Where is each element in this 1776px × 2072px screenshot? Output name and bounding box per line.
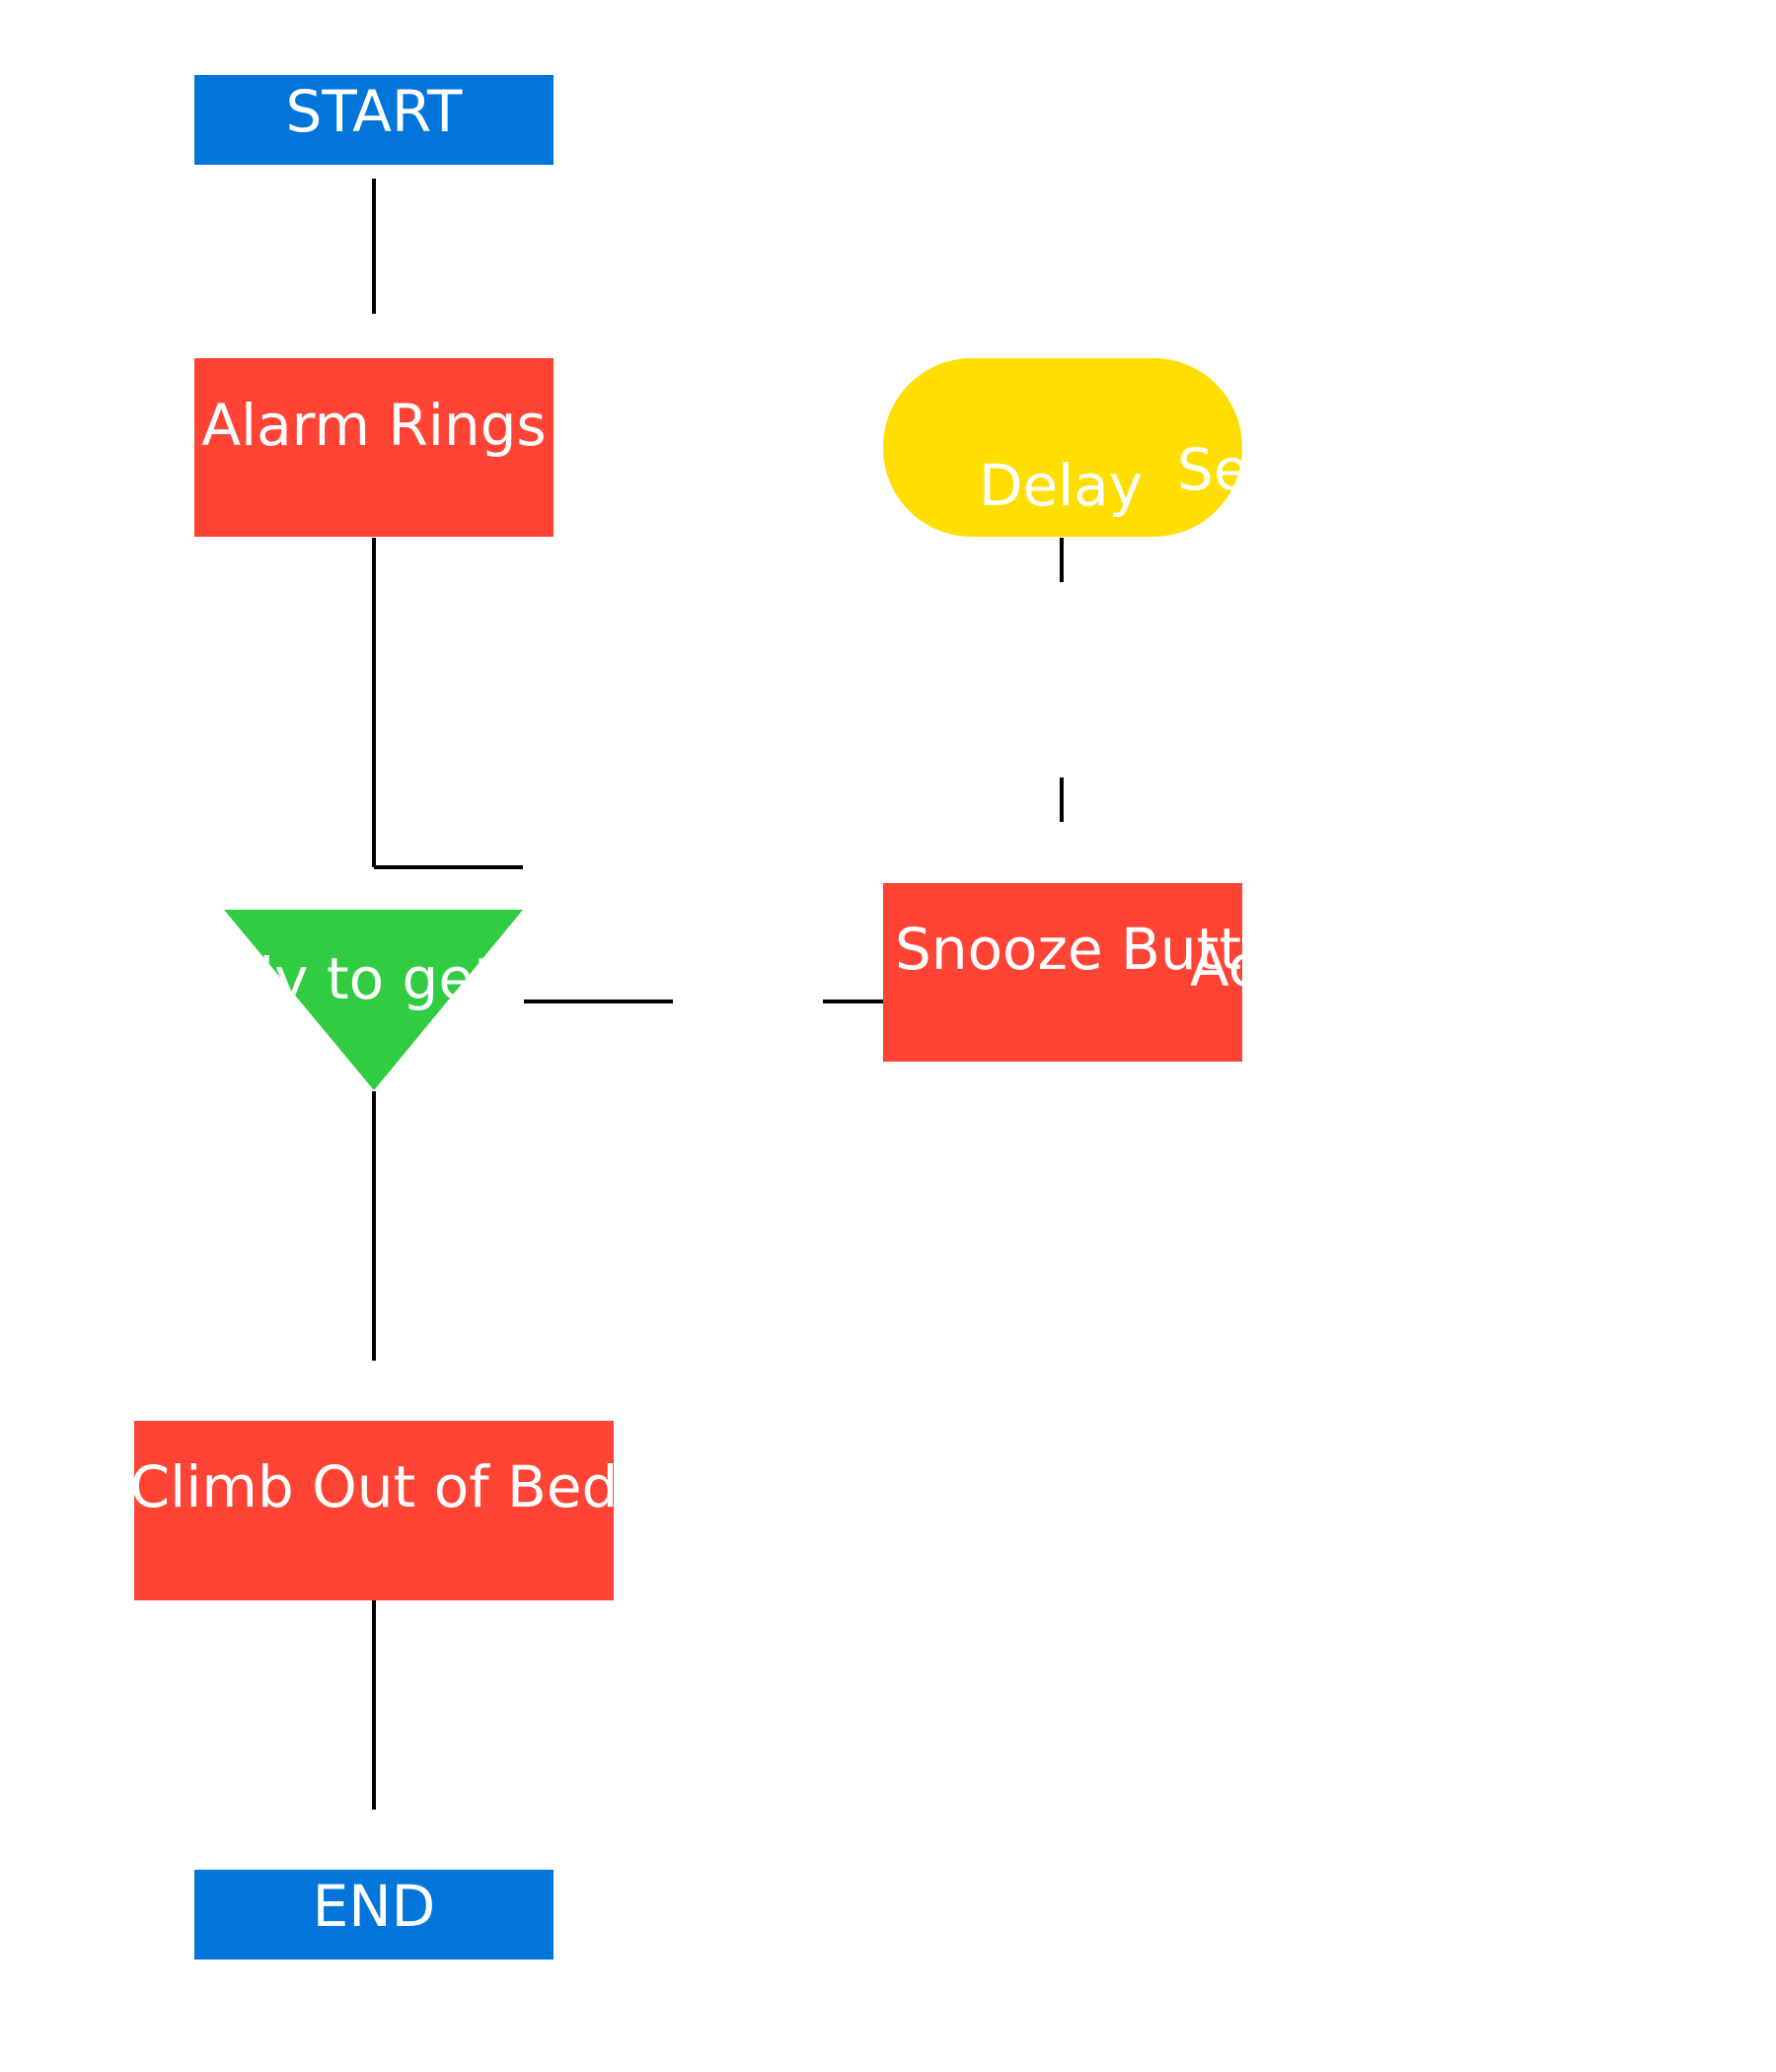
delay-seconds-label: Seconds [1177,436,1418,503]
end-label: END [313,1873,436,1940]
climb-label: Climb Out of Bed [130,1453,619,1520]
alarm-label: Alarm Rings [201,392,546,459]
flowchart: START Alarm Rings Delay Seconds Ready to… [130,75,1461,1960]
snooze-activated-label: Activated [1190,932,1461,999]
start-label: START [286,78,463,145]
delay-label: Delay [979,452,1143,519]
snooze-label: Snooze Button [895,916,1312,983]
